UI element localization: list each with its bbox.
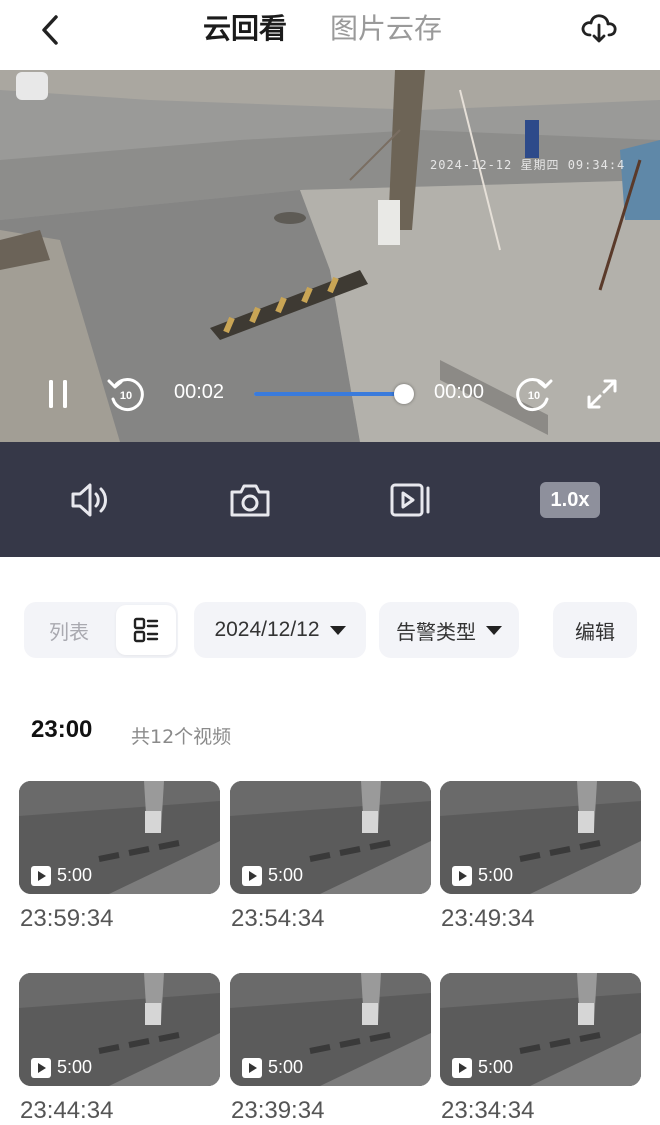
clip-duration: 5:00 (268, 865, 304, 885)
clip-thumbnail[interactable]: 5:00 (440, 781, 641, 894)
tab-cloud-playback[interactable]: 云回看 (203, 12, 287, 46)
clip-thumbnail[interactable]: 5:00 (19, 781, 220, 894)
clip-thumbnail[interactable]: 5:00 (230, 781, 431, 894)
clip-duration: 5:00 (478, 865, 514, 885)
play-icon (242, 1057, 262, 1078)
clip-duration-badge: 5:00 (452, 1057, 513, 1078)
camera-icon (230, 484, 270, 517)
grid-view-button[interactable] (116, 605, 176, 655)
grid-list-icon (133, 617, 159, 643)
volume-button[interactable] (66, 478, 114, 522)
forward-10-icon: 10 (516, 378, 553, 412)
alarm-type-filter[interactable]: 告警类型 (379, 602, 519, 658)
alarm-type-label: 告警类型 (396, 619, 476, 644)
list-view-button[interactable]: 列表 (24, 602, 114, 658)
play-icon (242, 865, 262, 886)
total-time-label: 00:00 (434, 381, 485, 403)
date-value: 2024/12/12 (214, 618, 320, 641)
svg-text:10: 10 (528, 390, 540, 402)
current-time-label: 00:02 (174, 381, 225, 403)
caret-down-icon (329, 625, 346, 635)
camera-timestamp-overlay: 2024-12-12 星期四 09:34:4 (430, 158, 626, 172)
record-video-icon (390, 483, 430, 517)
play-icon (452, 1057, 472, 1078)
video-player[interactable]: 2024-12-12 星期四 09:34:4 (0, 70, 660, 442)
date-picker[interactable]: 2024/12/12 (194, 602, 366, 658)
seek-bar[interactable] (254, 392, 406, 396)
clip-duration-badge: 5:00 (31, 1057, 92, 1078)
clip-thumbnail[interactable]: 5:00 (440, 973, 641, 1086)
clip-start-time: 23:59:34 (20, 905, 114, 932)
clip-duration-badge: 5:00 (31, 865, 92, 886)
volume-icon (71, 483, 107, 517)
header-bar: 云回看 图片云存 (0, 0, 660, 70)
svg-text:10: 10 (120, 390, 132, 402)
hour-heading: 23:00 (31, 716, 93, 743)
cloud-download-icon (581, 14, 617, 43)
clip-duration: 5:00 (268, 1057, 304, 1077)
play-icon (31, 865, 51, 886)
clip-duration: 5:00 (478, 1057, 514, 1077)
playback-speed-button[interactable]: 1.0x (540, 482, 600, 518)
clip-thumbnail[interactable]: 5:00 (230, 973, 431, 1086)
caret-down-icon (486, 625, 502, 635)
clip-thumbnail[interactable]: 5:00 (19, 973, 220, 1086)
screenshot-button[interactable] (226, 478, 274, 522)
seek-bar-progress (254, 392, 405, 396)
tab-cloud-pictures[interactable]: 图片云存 (330, 12, 442, 46)
rewind-10-icon: 10 (107, 378, 144, 412)
clip-start-time: 23:34:34 (441, 1097, 535, 1124)
pause-button[interactable] (38, 374, 78, 414)
clip-start-time: 23:49:34 (441, 905, 535, 932)
chevron-left-icon (42, 15, 58, 45)
pause-icon (49, 380, 67, 408)
play-icon (31, 1057, 51, 1078)
record-button[interactable] (386, 478, 434, 522)
clip-start-time: 23:44:34 (20, 1097, 114, 1124)
cloud-download-button[interactable] (576, 8, 622, 48)
clip-start-time: 23:39:34 (231, 1097, 325, 1124)
fullscreen-button[interactable] (582, 374, 622, 414)
clip-duration-badge: 5:00 (242, 865, 303, 886)
back-button[interactable] (30, 10, 70, 50)
clip-duration: 5:00 (57, 1057, 93, 1077)
clip-start-time: 23:54:34 (231, 905, 325, 932)
clip-duration-badge: 5:00 (452, 865, 513, 886)
clip-duration-badge: 5:00 (242, 1057, 303, 1078)
video-count-label: 共12个视频 (131, 726, 232, 748)
fullscreen-icon (587, 379, 617, 409)
play-icon (452, 865, 472, 886)
edit-button[interactable]: 编辑 (553, 602, 637, 658)
clip-duration: 5:00 (57, 865, 93, 885)
camera-feed-image (0, 70, 660, 442)
rewind-10-button[interactable]: 10 (104, 374, 148, 414)
forward-10-button[interactable]: 10 (512, 374, 556, 414)
